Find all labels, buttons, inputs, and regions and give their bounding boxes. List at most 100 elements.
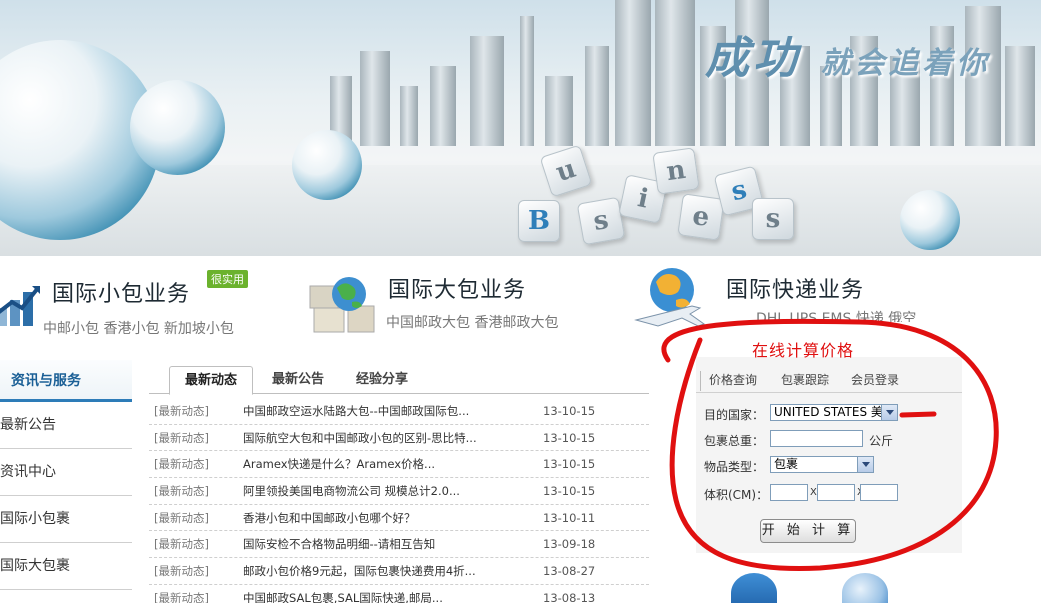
news-category: [最新动态] (154, 510, 209, 525)
left-nav-item[interactable]: 最新公告 (0, 402, 132, 449)
news-date: 13-10-11 (543, 510, 596, 525)
width-input[interactable] (817, 484, 855, 501)
news-date: 13-10-15 (543, 484, 596, 499)
news-category: [最新动态] (154, 404, 209, 418)
service-title[interactable]: 国际快递业务 (726, 272, 864, 304)
length-input[interactable] (770, 484, 808, 501)
news-category: [最新动态] (154, 430, 209, 445)
news-date: 13-09-18 (543, 537, 596, 552)
dimension-separator: X (810, 487, 817, 498)
news-list: [最新动态] 中国邮政空运水陆路大包--中国邮政国际包... 13-10-15 [最… (149, 398, 649, 603)
useful-badge: 很实用 (207, 270, 248, 288)
service-subtitle[interactable]: 中国邮政大包 香港邮政大包 (386, 312, 558, 332)
weight-unit: 公斤 (869, 434, 894, 448)
skyline-tower (520, 16, 534, 146)
country-select[interactable]: UNITED STATES 美 (770, 404, 898, 421)
chevron-down-icon[interactable] (881, 405, 897, 420)
decor-sphere (292, 130, 362, 200)
weight-label: 包裹总重： (704, 434, 765, 448)
tab-member-login[interactable]: 会员登录 (851, 371, 899, 388)
left-nav-header[interactable]: 资讯与服务 (0, 360, 132, 402)
type-select-value: 包裹 (774, 457, 799, 471)
news-title[interactable]: 中国邮政空运水陆路大包--中国邮政国际包... (243, 398, 493, 424)
news-date: 13-10-15 (543, 430, 596, 445)
skyline-building (1005, 46, 1035, 146)
search-doc-icon[interactable] (842, 573, 888, 603)
news-title[interactable]: Aramex快递是什么？Aramex价格... (243, 451, 493, 477)
slogan-main: 成功 (705, 33, 801, 84)
left-nav-item[interactable]: 国际大包裹 (0, 543, 132, 590)
skyline-building (400, 86, 418, 146)
service-small-parcel[interactable]: 国际小包业务 很实用 中邮小包 香港小包 新加坡小包 (0, 262, 290, 342)
skyline-skyscraper (655, 0, 695, 146)
skyline-building (470, 36, 504, 146)
news-panel: 最新动态 最新公告 经验分享 [最新动态] 中国邮政空运水陆路大包--中国邮政国际… (149, 364, 649, 603)
news-date: 13-08-13 (543, 590, 596, 603)
news-title[interactable]: 中国邮政SAL包裹,SAL国际快递,邮局... (243, 585, 493, 603)
price-calculator-panel: 价格查询 包裹跟踪 会员登录 目的国家： UNITED STATES 美 包裹总… (696, 357, 962, 553)
left-nav: 资讯与服务 最新公告 资讯中心 国际小包裹 国际大包裹 (0, 360, 132, 590)
tab-parcel-tracking[interactable]: 包裹跟踪 (781, 371, 829, 388)
tab-latest-news[interactable]: 最新动态 (169, 366, 253, 395)
letter-cube: e (677, 193, 725, 241)
parcel-globe-icon (309, 277, 375, 333)
height-input[interactable] (860, 484, 898, 501)
news-category: [最新动态] (154, 537, 209, 552)
left-nav-item[interactable]: 国际小包裹 (0, 496, 132, 543)
left-nav-item[interactable]: 资讯中心 (0, 449, 132, 496)
service-title[interactable]: 国际大包业务 (388, 272, 526, 304)
calculator-tabs: 价格查询 包裹跟踪 会员登录 (696, 365, 962, 393)
decor-sphere (130, 80, 225, 175)
hero-banner: B u s i n e s s 成功 就会追着你 (0, 0, 1041, 256)
service-express[interactable]: 国际快递业务 DHL UPS EMS 快递 俄空 (630, 262, 940, 342)
letter-cube: s (752, 198, 794, 240)
news-category: [最新动态] (154, 590, 209, 603)
news-tabs: 最新动态 最新公告 经验分享 (149, 364, 649, 395)
news-row[interactable]: [最新动态] 阿里领投美国电商物流公司 规模总计2.0... 13-10-15 (149, 478, 649, 505)
country-label: 目的国家： (704, 408, 765, 422)
news-title[interactable]: 阿里领投美国电商物流公司 规模总计2.0... (243, 478, 493, 504)
calculate-button[interactable]: 开 始 计 算 (760, 519, 856, 543)
service-subtitle[interactable]: 中邮小包 香港小包 新加坡小包 (43, 318, 234, 338)
news-date: 13-10-15 (543, 404, 596, 418)
service-large-parcel[interactable]: 国际大包业务 中国邮政大包 香港邮政大包 (300, 262, 600, 342)
news-category: [最新动态] (154, 484, 209, 499)
chart-arrow-icon (0, 286, 40, 326)
news-row[interactable]: [最新动态] 国际安检不合格物品明细--请相互告知 13-09-18 (149, 531, 649, 559)
type-select[interactable]: 包裹 (770, 456, 874, 473)
tab-experience[interactable]: 经验分享 (345, 366, 419, 394)
news-date: 13-10-15 (543, 457, 596, 472)
skyline-building (360, 51, 390, 146)
skyline-building (430, 66, 456, 146)
skyline-building (545, 76, 573, 146)
news-title[interactable]: 国际航空大包和中国邮政小包的区别-思比特... (243, 425, 493, 451)
news-row[interactable]: [最新动态] 中国邮政SAL包裹,SAL国际快递,邮局... 13-08-13 (149, 585, 649, 603)
letter-cube: s (576, 196, 626, 246)
country-select-value: UNITED STATES 美 (774, 405, 883, 419)
decor-sphere (900, 190, 960, 250)
service-subtitle[interactable]: DHL UPS EMS 快递 俄空 (756, 308, 916, 322)
news-category: [最新动态] (154, 564, 209, 579)
skyline-building (615, 0, 651, 146)
help-icon[interactable] (731, 573, 777, 603)
news-title[interactable]: 香港小包和中国邮政小包哪个好？ (243, 505, 493, 531)
news-row[interactable]: [最新动态] 邮政小包价格9元起，国际包裹快递费用4折... 13-08-27 (149, 558, 649, 585)
letter-cube: n (652, 147, 700, 195)
news-row[interactable]: [最新动态] 中国邮政空运水陆路大包--中国邮政国际包... 13-10-15 (149, 398, 649, 425)
weight-input[interactable] (770, 430, 863, 447)
tab-price-query[interactable]: 价格查询 (709, 371, 757, 388)
news-row[interactable]: [最新动态] 香港小包和中国邮政小包哪个好？ 13-10-11 (149, 505, 649, 532)
skyline-building (585, 46, 609, 146)
volume-label: 体积(CM)： (704, 488, 769, 502)
news-row[interactable]: [最新动态] 国际航空大包和中国邮政小包的区别-思比特... 13-10-15 (149, 425, 649, 452)
news-row[interactable]: [最新动态] Aramex快递是什么？Aramex价格... 13-10-15 (149, 451, 649, 479)
type-label: 物品类型： (704, 460, 765, 474)
news-date: 13-08-27 (543, 564, 596, 579)
news-title[interactable]: 国际安检不合格物品明细--请相互告知 (243, 531, 493, 557)
chevron-down-icon[interactable] (857, 457, 873, 472)
news-category: [最新动态] (154, 457, 209, 472)
news-title[interactable]: 邮政小包价格9元起，国际包裹快递费用4折... (243, 558, 493, 584)
service-title[interactable]: 国际小包业务 (52, 276, 190, 308)
tab-latest-notice[interactable]: 最新公告 (261, 366, 335, 394)
annotation-label: 在线计算价格 (752, 341, 855, 360)
